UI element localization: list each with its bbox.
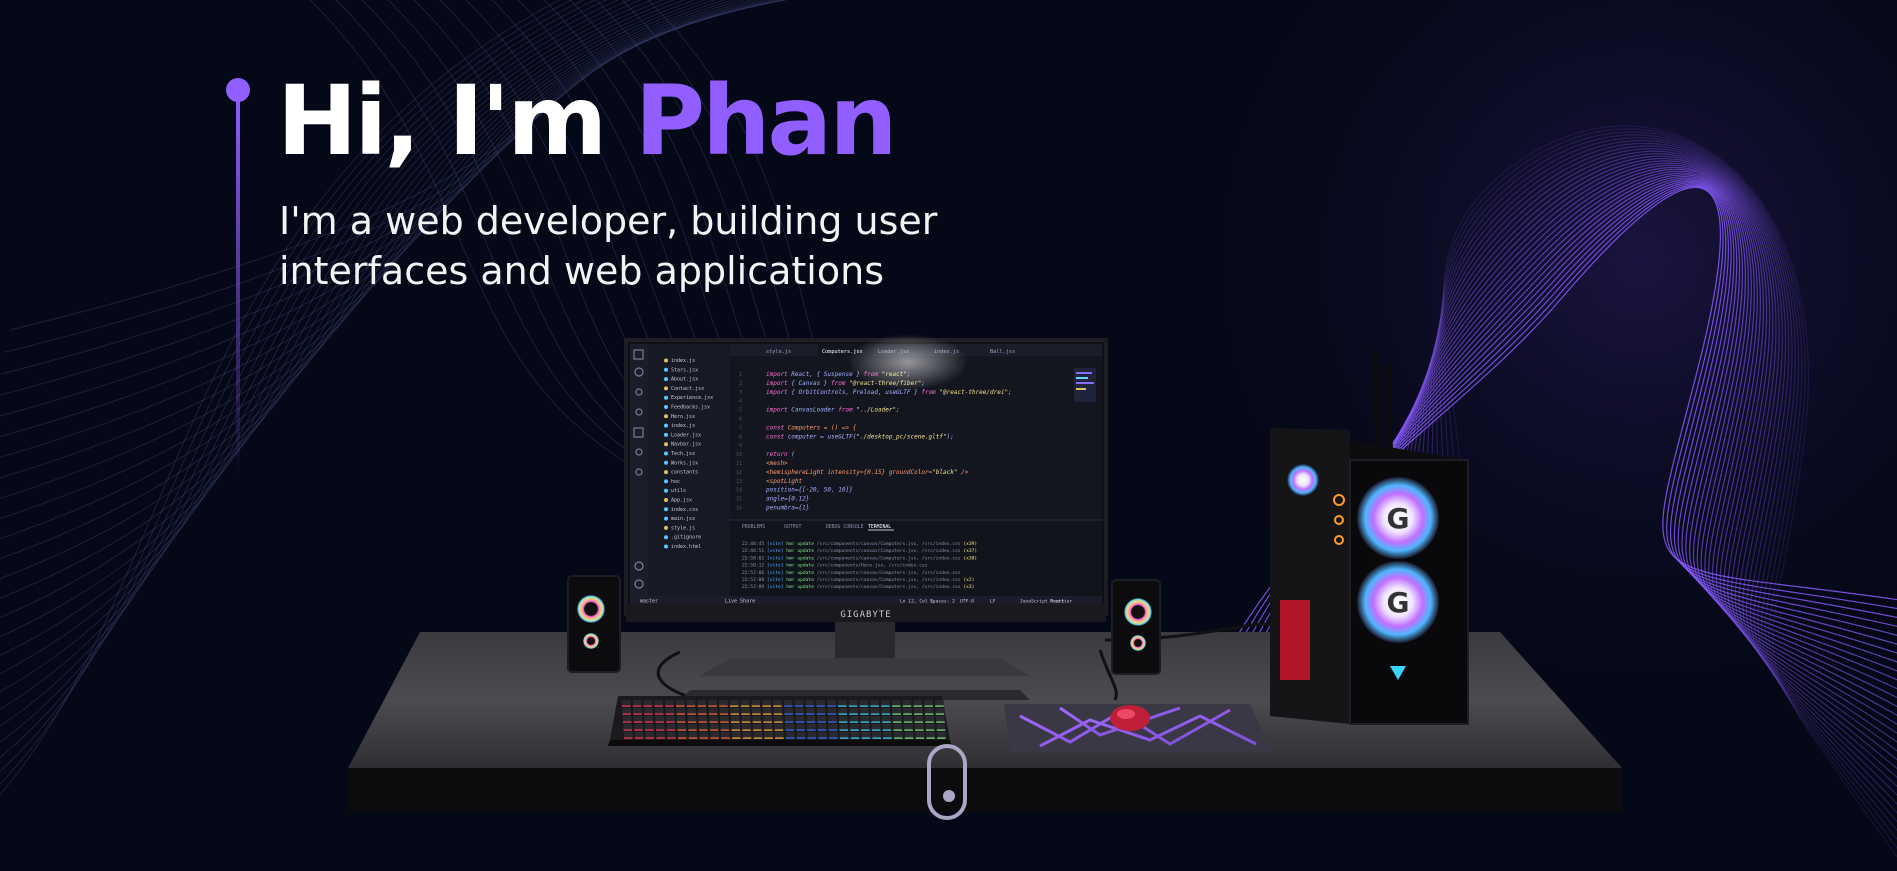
explorer-file-item[interactable]: App.jsx	[671, 498, 692, 504]
code-line[interactable]: import { OrbitControls, Preload, useGLTF…	[766, 389, 1012, 396]
line-number: 1	[739, 372, 742, 378]
svg-text:G: G	[1387, 502, 1410, 535]
explorer-file-item[interactable]: About.jsx	[671, 377, 698, 383]
line-number: 6	[739, 417, 742, 423]
right-speaker	[1111, 579, 1161, 675]
scroll-dot	[943, 790, 955, 802]
status-item[interactable]: Spaces: 2	[930, 599, 955, 605]
line-number: 9	[739, 443, 742, 449]
status-item[interactable]: Ln 12, Col 1	[900, 599, 933, 605]
explorer-file-item[interactable]: Loader.jsx	[671, 432, 701, 438]
line-number: 11	[736, 461, 742, 467]
status-item[interactable]: UTF-8	[960, 599, 974, 605]
explorer-file-item[interactable]: Hero.jsx	[671, 414, 695, 420]
line-number: 7	[739, 425, 742, 431]
status-branch[interactable]: master	[640, 599, 658, 605]
terminal-line: 22:52:09 [vite] hmr update /src/componen…	[742, 584, 974, 590]
code-line[interactable]: <hemisphereLight intensity={0.15} ground…	[766, 469, 969, 476]
panel-tab[interactable]: DEBUG CONSOLE	[826, 524, 864, 530]
monitor-brand-label: GIGABYTE	[840, 610, 891, 620]
editor-tab[interactable]: Ball.jsx	[990, 349, 1015, 355]
line-number: 14	[736, 488, 742, 494]
line-number: 15	[736, 497, 742, 503]
left-speaker	[567, 575, 621, 673]
line-number: 3	[739, 390, 742, 396]
screen-glare	[848, 334, 968, 390]
explorer-file-item[interactable]: Experience.jsx	[671, 395, 713, 401]
explorer-file-item[interactable]: Contact.jsx	[671, 386, 704, 392]
status-live-share[interactable]: Live Share	[725, 599, 755, 605]
explorer-file-item[interactable]: utils	[671, 488, 686, 494]
panel-tab[interactable]: TERMINAL	[868, 524, 891, 530]
terminal-line: 22:50:12 [vite] hmr update /src/componen…	[742, 563, 928, 569]
explorer-file-item[interactable]: style.js	[671, 525, 695, 531]
mouse	[1110, 705, 1150, 731]
line-number: 12	[736, 470, 742, 476]
code-line[interactable]: penumbra={1}	[766, 505, 809, 512]
explorer-file-item[interactable]: index.js	[671, 423, 695, 429]
explorer-file-item[interactable]: hoc	[671, 479, 680, 485]
line-number: 5	[739, 408, 742, 414]
explorer-file-item[interactable]: Feedbacks.jsx	[671, 405, 710, 411]
scroll-down-indicator[interactable]	[927, 744, 967, 820]
terminal-line: 22:52:08 [vite] hmr update /src/componen…	[742, 577, 974, 583]
explorer-file-item[interactable]: index.html	[671, 544, 701, 550]
panel-tab[interactable]: PROBLEMS	[742, 524, 765, 530]
pc-tower: G G	[1270, 349, 1469, 725]
minimap	[1074, 368, 1096, 402]
editor-tab[interactable]: style.js	[766, 349, 791, 355]
line-number: 13	[736, 479, 742, 485]
explorer-file-item[interactable]: Works.jsx	[671, 460, 698, 466]
explorer-file-item[interactable]: Stars.jsx	[671, 367, 698, 373]
panel-tab[interactable]: OUTPUT	[784, 524, 801, 530]
status-item[interactable]: LF	[990, 599, 996, 605]
code-line[interactable]: const Computers = () => {	[766, 424, 857, 431]
code-line[interactable]: <mesh>	[766, 460, 788, 467]
code-line[interactable]: import CanvasLoader from "../Loader";	[766, 407, 900, 414]
code-line[interactable]: const computer = useGLTF("./desktop_pc/s…	[766, 433, 954, 440]
explorer-file-item[interactable]: main.jsx	[671, 516, 695, 522]
terminal-line: 22:48:45 [vite] hmr update /src/componen…	[742, 541, 977, 547]
desktop-pc-scene[interactable]: GIGABYTE index.js Stars.jsx About.jsx Conta…	[0, 0, 1897, 871]
terminal-line: 22:52:06 [vite] hmr update /src/componen…	[742, 570, 961, 576]
code-line[interactable]: return (	[766, 451, 795, 458]
line-number: 10	[736, 452, 742, 458]
explorer-file-item[interactable]: constants	[671, 470, 698, 476]
code-editor-window[interactable]: index.js Stars.jsx About.jsx Contact.jsx Exp…	[630, 334, 1102, 605]
explorer-file-item[interactable]: index.js	[671, 358, 695, 364]
line-number: 4	[739, 399, 742, 405]
explorer-file-item[interactable]: Tech.jsx	[671, 451, 695, 457]
keyboard	[608, 696, 952, 746]
line-number: 2	[739, 381, 742, 387]
monitor[interactable]: GIGABYTE index.js Stars.jsx About.jsx Conta…	[624, 334, 1108, 622]
code-line[interactable]: position={[-20, 50, 10]}	[766, 487, 853, 494]
svg-text:G: G	[1387, 586, 1410, 619]
line-number: 16	[736, 506, 742, 512]
explorer-file-item[interactable]: index.css	[671, 507, 698, 513]
terminal-line: 22:48:51 [vite] hmr update /src/componen…	[742, 548, 977, 554]
code-line[interactable]: angle={0.12}	[766, 496, 809, 503]
terminal-line: 22:50:02 [vite] hmr update /src/componen…	[742, 555, 977, 561]
explorer-file-item[interactable]: .gitignore	[671, 535, 701, 541]
code-line[interactable]: <spotLight	[766, 478, 803, 485]
explorer-file-item[interactable]: Navbar.jsx	[671, 442, 701, 448]
line-number: 8	[739, 434, 742, 440]
activity-bar	[630, 344, 648, 596]
status-item[interactable]: Prettier	[1050, 599, 1072, 605]
